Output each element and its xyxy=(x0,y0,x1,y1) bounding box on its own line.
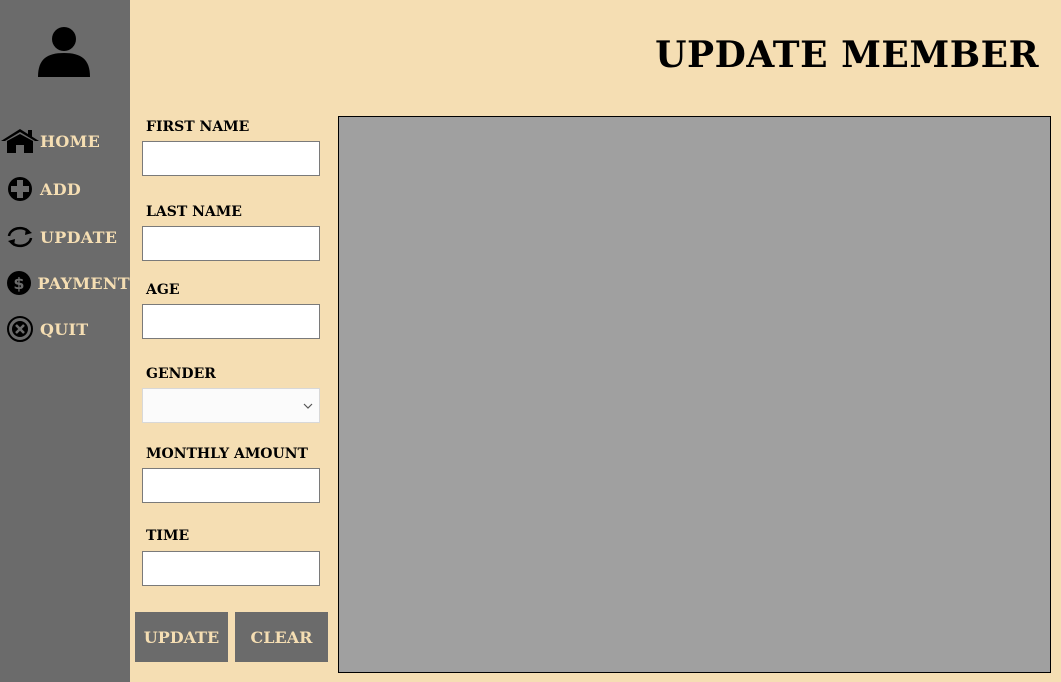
sidebar-item-label: UPDATE xyxy=(40,227,118,247)
members-data-grid[interactable] xyxy=(338,116,1051,673)
page-title: UPDATE MEMBER xyxy=(655,34,1039,76)
close-circle-icon xyxy=(0,314,40,344)
sidebar-item-label: QUIT xyxy=(40,319,89,339)
first-name-label: FIRST NAME xyxy=(146,119,250,135)
dollar-circle-icon: $ xyxy=(0,268,38,298)
sidebar-item-payment[interactable]: $ PAYMENT xyxy=(0,268,130,298)
sidebar-item-add[interactable]: ADD xyxy=(0,174,130,204)
monthly-amount-input[interactable] xyxy=(142,468,320,503)
sidebar-item-label: ADD xyxy=(40,179,82,199)
time-input[interactable] xyxy=(142,551,320,586)
update-button[interactable]: UPDATE xyxy=(135,612,228,662)
svg-text:$: $ xyxy=(13,274,24,293)
refresh-icon xyxy=(0,222,40,252)
user-icon xyxy=(38,27,90,77)
first-name-input[interactable] xyxy=(142,141,320,176)
home-icon xyxy=(0,126,40,156)
gender-select[interactable] xyxy=(142,388,320,423)
last-name-input[interactable] xyxy=(142,226,320,261)
sidebar-item-label: HOME xyxy=(40,131,101,151)
gender-label: GENDER xyxy=(146,366,216,382)
monthly-amount-label: MONTHLY AMOUNT xyxy=(146,446,308,462)
chevron-down-icon xyxy=(303,403,313,409)
sidebar-item-home[interactable]: HOME xyxy=(0,126,130,156)
sidebar-item-quit[interactable]: QUIT xyxy=(0,314,130,344)
sidebar: HOME ADD UPDATE $ PAYMENT QUIT xyxy=(0,0,130,682)
clear-button[interactable]: CLEAR xyxy=(235,612,328,662)
sidebar-item-label: PAYMENT xyxy=(37,273,130,293)
plus-circle-icon xyxy=(0,174,40,204)
last-name-label: LAST NAME xyxy=(146,204,242,220)
sidebar-item-update[interactable]: UPDATE xyxy=(0,222,130,252)
age-label: AGE xyxy=(146,282,180,298)
time-label: TIME xyxy=(146,528,190,544)
age-input[interactable] xyxy=(142,304,320,339)
